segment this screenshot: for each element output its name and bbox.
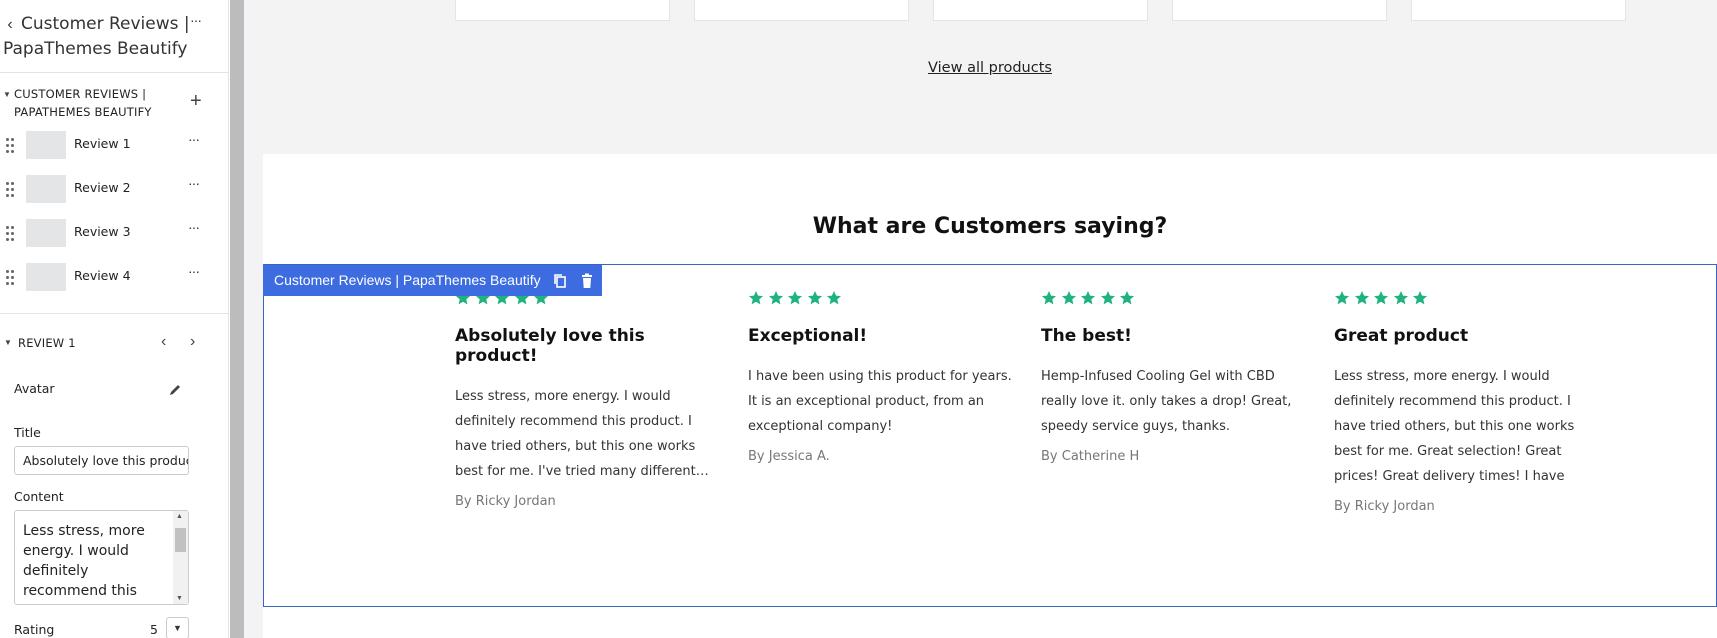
theme-editor-sidebar: ‹ Customer Reviews | PapaThemes Beautify…: [0, 0, 229, 638]
section-header[interactable]: ▼ CUSTOMER REVIEWS | PAPATHEMES BEAUTIFY…: [0, 85, 228, 121]
view-all-products: View all products: [263, 60, 1717, 76]
view-all-products-link[interactable]: View all products: [928, 60, 1052, 76]
block-row-review-4[interactable]: Review 4 ···: [0, 259, 228, 299]
storefront-preview: View all products What are Customers say…: [263, 0, 1717, 638]
section-editor-tag[interactable]: Customer Reviews | PapaThemes Beautify: [263, 265, 602, 296]
star-icon: [1081, 291, 1095, 305]
drag-handle-icon[interactable]: [6, 226, 14, 242]
product-card[interactable]: [1172, 0, 1387, 21]
section-title: CUSTOMER REVIEWS | PAPATHEMES BEAUTIFY: [14, 87, 152, 119]
title-label: Title: [14, 425, 41, 440]
review-title: Great product: [1334, 326, 1469, 346]
product-card[interactable]: [455, 0, 670, 21]
star-icon: [749, 291, 763, 305]
star-icon: [1393, 291, 1408, 305]
block-row-review-3[interactable]: Review 3 ···: [0, 215, 228, 255]
chevron-right-icon[interactable]: ›: [190, 333, 195, 351]
scroll-thumb[interactable]: [175, 528, 186, 552]
title-input[interactable]: Absolutely love this product!: [14, 446, 189, 475]
block-thumbnail: [26, 263, 66, 291]
divider: [0, 313, 228, 314]
review-settings-title: REVIEW 1: [18, 336, 76, 350]
star-icon: [827, 291, 841, 305]
sidebar-title: Customer Reviews | PapaThemes Beautify: [3, 14, 190, 59]
scroll-up-icon[interactable]: ▲: [176, 513, 183, 520]
block-label: Review 4: [74, 268, 131, 283]
rating-label: Rating: [14, 622, 55, 637]
rating-value: 5: [150, 622, 158, 637]
review-card: The best! Hemp-Infused Cooling Gel with …: [1041, 290, 1311, 464]
star-icon: [1042, 291, 1056, 305]
block-label: Review 2: [74, 180, 131, 195]
caret-down-icon[interactable]: ▼: [3, 90, 11, 99]
trash-icon[interactable]: [580, 273, 594, 289]
star-rating: [1041, 290, 1311, 310]
rating-select[interactable]: ▼: [166, 617, 189, 638]
textarea-scrollbar[interactable]: ▲ ▼: [173, 511, 188, 604]
drag-handle-icon[interactable]: [6, 182, 14, 198]
product-card[interactable]: [933, 0, 1148, 21]
star-icon: [1100, 291, 1115, 305]
more-horizontal-icon[interactable]: ···: [188, 175, 200, 191]
block-thumbnail: [26, 175, 66, 203]
more-horizontal-icon[interactable]: ···: [188, 219, 200, 235]
review-settings-header[interactable]: ▼ REVIEW 1 ‹ ›: [0, 333, 228, 355]
chevron-left-icon[interactable]: ‹: [161, 333, 166, 351]
more-horizontal-icon[interactable]: ···: [188, 131, 200, 147]
sidebar-header: ‹ Customer Reviews | PapaThemes Beautify…: [0, 6, 228, 66]
star-icon: [807, 291, 822, 305]
review-content: Less stress, more energy. I would defini…: [1334, 369, 1575, 484]
duplicate-icon[interactable]: [553, 273, 567, 289]
review-author: By Ricky Jordan: [455, 494, 556, 509]
scroll-down-icon[interactable]: ▼: [176, 595, 183, 602]
sidebar-scrollbar[interactable]: [230, 0, 244, 638]
pencil-icon[interactable]: [167, 382, 183, 398]
star-icon: [1061, 291, 1076, 305]
review-card: Exceptional! I have been using this prod…: [748, 290, 1018, 464]
review-card: Absolutely love this product! Less stres…: [455, 290, 725, 509]
star-rating: [1334, 290, 1604, 310]
content-label: Content: [14, 489, 64, 504]
avatar-label: Avatar: [14, 381, 55, 396]
star-icon: [1413, 291, 1427, 305]
review-title: The best!: [1041, 326, 1132, 346]
caret-down-icon[interactable]: ▼: [4, 338, 12, 347]
plus-icon[interactable]: +: [190, 91, 202, 111]
preview-gutter: [244, 0, 263, 638]
block-thumbnail: [26, 131, 66, 159]
product-card[interactable]: [694, 0, 909, 21]
drag-handle-icon[interactable]: [6, 138, 14, 154]
review-author: By Ricky Jordan: [1334, 499, 1435, 514]
star-icon: [1374, 291, 1388, 305]
divider: [0, 72, 228, 73]
review-content: I have been using this product for years…: [748, 369, 1012, 434]
product-card[interactable]: [1411, 0, 1626, 21]
section-editor-tag-label: Customer Reviews | PapaThemes Beautify: [274, 272, 541, 288]
review-content: Less stress, more energy. I would defini…: [455, 389, 696, 479]
star-icon: [1354, 291, 1369, 305]
review-author: By Catherine H: [1041, 449, 1140, 464]
star-icon: [1120, 291, 1134, 305]
block-row-review-1[interactable]: Review 1 ···: [0, 127, 228, 167]
star-rating: [748, 290, 1018, 310]
block-label: Review 1: [74, 136, 131, 151]
review-content: Hemp-Infused Cooling Gel with CBD really…: [1041, 369, 1292, 434]
review-title: Absolutely love this product!: [455, 326, 645, 366]
block-row-review-2[interactable]: Review 2 ···: [0, 171, 228, 211]
star-icon: [768, 291, 783, 305]
reviews-heading: What are Customers saying?: [812, 214, 1168, 239]
block-label: Review 3: [74, 224, 131, 239]
more-horizontal-icon[interactable]: ···: [188, 263, 200, 279]
review-card: Great product Less stress, more energy. …: [1334, 290, 1604, 514]
star-icon: [788, 291, 802, 305]
review-author: By Jessica A.: [748, 449, 830, 464]
products-section: View all products: [263, 0, 1717, 154]
drag-handle-icon[interactable]: [6, 270, 14, 286]
block-thumbnail: [26, 219, 66, 247]
more-horizontal-icon[interactable]: ···: [190, 12, 202, 28]
star-icon: [1335, 291, 1349, 305]
content-textarea[interactable]: Less stress, more energy. I would defini…: [14, 510, 189, 605]
review-title: Exceptional!: [748, 326, 868, 346]
